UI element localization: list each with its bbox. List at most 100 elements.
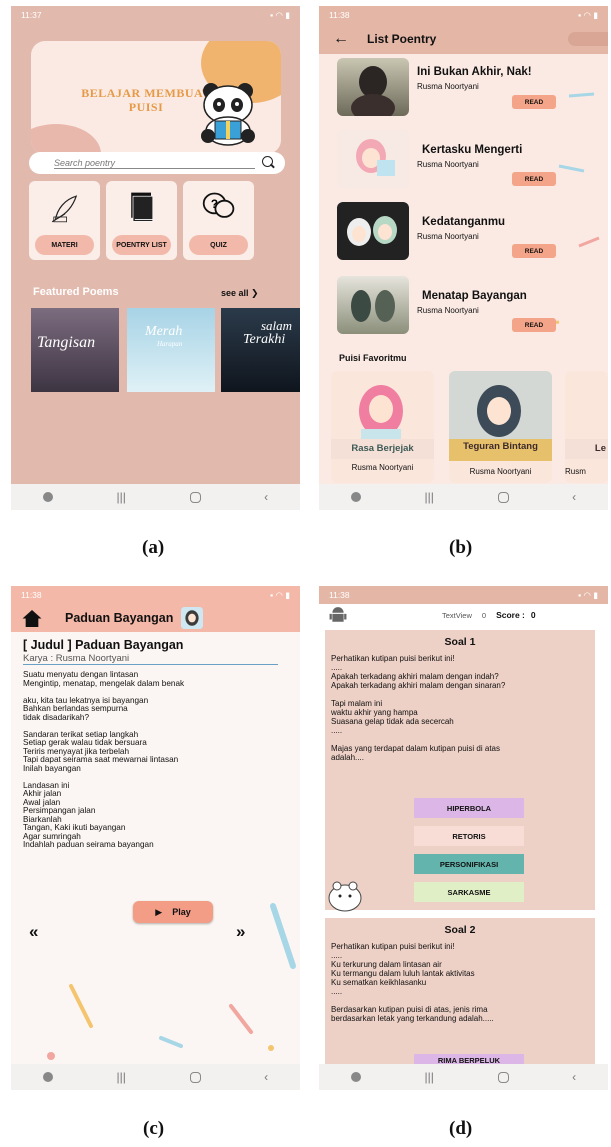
previous-button[interactable]: « [29, 922, 38, 942]
home-icon[interactable] [497, 491, 509, 503]
read-button[interactable]: READ [512, 95, 556, 109]
list-item[interactable]: Kedatanganmu Rusma Noortyani READ [337, 202, 592, 272]
app-icon[interactable] [42, 492, 53, 502]
answer-count: 0 [481, 610, 487, 620]
home-icon[interactable] [497, 1071, 509, 1083]
quiz-header: TextView 0 Score : 0 [319, 604, 608, 626]
recents-icon[interactable]: ||| [116, 490, 125, 504]
back-icon[interactable]: ‹ [264, 490, 268, 504]
menu-quiz[interactable]: ? QUIZ [183, 181, 254, 260]
read-button[interactable]: READ [512, 172, 556, 186]
menu-materi[interactable]: MATERI [29, 181, 100, 260]
android-nav-bar: ||| ‹ [319, 484, 608, 510]
page-title: List Poentry [367, 32, 437, 46]
favorites-title: Puisi Favoritmu [339, 353, 407, 363]
screen-b: 11:38 ▪ ◠ ▮ ← List Poentry Ini Bukan Akhi… [319, 6, 608, 510]
status-bar: 11:37 ▪ ◠ ▮ [21, 9, 290, 21]
search-icon[interactable] [262, 156, 273, 167]
android-nav-bar: ||| ‹ [11, 1064, 300, 1090]
back-arrow-icon[interactable]: ← [333, 30, 349, 48]
speech-bubbles-icon: ? [202, 192, 235, 218]
back-icon[interactable]: ‹ [264, 1070, 268, 1084]
avatar-icon [181, 607, 204, 629]
banner: BELAJAR MEMBUAT PUISI [31, 41, 281, 154]
quill-icon [51, 195, 78, 223]
reader-header: Paduan Bayangan [11, 604, 300, 632]
question-title: Soal 2 [444, 924, 476, 936]
score-label: Score : [496, 610, 525, 620]
home-icon[interactable] [21, 609, 43, 628]
play-button[interactable]: ▶ Play [133, 901, 213, 923]
status-bar: 11:38 ▪ ◠ ▮ [319, 586, 608, 604]
list-item[interactable]: Kertasku Mengerti Rusma Noortyani READ [337, 130, 592, 200]
recents-icon[interactable]: ||| [424, 490, 433, 504]
caption-b: (b) [449, 537, 473, 558]
chevron-right-icon: ❯ [251, 288, 259, 298]
mascot-icon [328, 881, 362, 912]
status-bar: 11:38 ▪ ◠ ▮ [11, 586, 300, 604]
search-input[interactable]: Search poentry [54, 158, 255, 169]
question-card-2: Soal 2 Perhatikan kutipan puisi berikut … [325, 918, 595, 1068]
back-icon[interactable]: ‹ [572, 490, 576, 504]
poem-thumbnail [337, 202, 409, 260]
menu-poentry-list[interactable]: POENTRY LIST [106, 181, 177, 260]
featured-poem-cover[interactable]: Merah Harapan [127, 308, 215, 392]
signal-icon: ▪ ◠ ▮ [578, 9, 598, 20]
poem-heading: [ Judul ] Paduan Bayangan [23, 638, 184, 652]
caption-a: (a) [142, 537, 165, 558]
search-bar[interactable]: Search poentry [29, 152, 285, 174]
recents-icon[interactable]: ||| [424, 1070, 433, 1084]
signal-icon: ▪ ◠ ▮ [270, 589, 290, 600]
next-button[interactable]: » [236, 922, 245, 942]
option-retoris[interactable]: RETORIS [414, 826, 524, 846]
option-personifikasi[interactable]: PERSONIFIKASI [414, 854, 524, 874]
featured-poem-cover[interactable]: salam Terakhi [221, 308, 300, 392]
signal-icon: ▪ ◠ ▮ [270, 9, 290, 20]
list-item[interactable]: Ini Bukan Akhir, Nak! Rusma Noortyani RE… [337, 58, 592, 128]
option-hiperbola[interactable]: HIPERBOLA [414, 798, 524, 818]
svg-text:?: ? [211, 198, 218, 211]
featured-title: Featured Poems [33, 286, 119, 298]
question-text: Perhatikan kutipan puisi berikut ini! ..… [331, 942, 494, 1023]
read-button[interactable]: READ [512, 244, 556, 258]
app-icon[interactable] [42, 1072, 53, 1082]
favorite-card[interactable]: Teguran Bintang Rusma Noortyani [449, 371, 552, 483]
featured-poem-cover[interactable]: Tangisan [31, 308, 119, 392]
caption-c: (c) [143, 1118, 165, 1139]
panda-mascot-icon [201, 83, 255, 146]
signal-icon: ▪ ◠ ▮ [578, 589, 598, 600]
page-title: Paduan Bayangan [65, 611, 174, 625]
app-icon[interactable] [350, 492, 361, 502]
see-all-link[interactable]: see all ❯ [221, 288, 259, 299]
poem-author: Karya : Rusma Noortyani [23, 653, 278, 665]
screen-a: 11:37 ▪ ◠ ▮ BELAJAR MEMBUAT PUISI Search p… [11, 6, 300, 510]
question-card-1: Soal 1 Perhatikan kutipan puisi berikut … [325, 630, 595, 912]
back-icon[interactable]: ‹ [572, 1070, 576, 1084]
option-sarkasme[interactable]: SARKASME [414, 882, 524, 902]
app-icon[interactable] [350, 1072, 361, 1082]
favorite-card[interactable]: Rasa Berjejak Rusma Noortyani [331, 371, 434, 483]
books-icon [131, 192, 154, 222]
question-text: Perhatikan kutipan puisi berikut ini! ..… [331, 654, 506, 762]
favorite-card[interactable]: Le Rusm [565, 371, 608, 483]
android-nav-bar: ||| ‹ [11, 484, 300, 510]
textview-label: TextView [442, 610, 472, 620]
screen-d: 11:38 ▪ ◠ ▮ TextView 0 Score : 0 Soal 1 P… [319, 586, 608, 1090]
list-header: ← List Poentry [319, 24, 608, 54]
score-value: 0 [530, 610, 536, 620]
list-item[interactable]: Menatap Bayangan Rusma Noortyani READ [337, 276, 592, 346]
home-icon[interactable] [189, 1071, 201, 1083]
poem-body: Suatu menyatu dengan lintasan Mengintip,… [23, 670, 185, 849]
recents-icon[interactable]: ||| [116, 1070, 125, 1084]
question-title: Soal 1 [444, 636, 476, 648]
screen-c: 11:38 ▪ ◠ ▮ Paduan Bayangan [ Judul ] Pad… [11, 586, 300, 1090]
status-bar: 11:38 ▪ ◠ ▮ [319, 6, 608, 24]
home-icon[interactable] [189, 491, 201, 503]
caption-d: (d) [449, 1118, 473, 1139]
poem-thumbnail [337, 276, 409, 334]
play-icon: ▶ [155, 906, 163, 917]
read-button[interactable]: READ [512, 318, 556, 332]
poem-thumbnail [337, 130, 409, 188]
poem-thumbnail [337, 58, 409, 116]
android-robot-icon [329, 607, 347, 622]
